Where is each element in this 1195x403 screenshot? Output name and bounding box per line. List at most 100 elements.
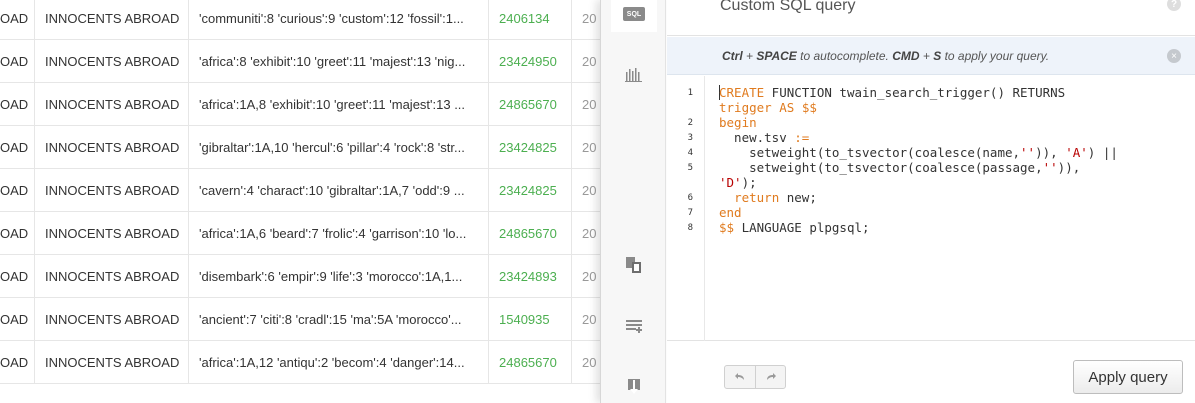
- table-row[interactable]: OAD INNOCENTS ABROAD'africa':1A,8 'exhibi…: [0, 83, 600, 126]
- cell-title[interactable]: INNOCENTS ABROAD: [35, 298, 189, 341]
- line-number: 7: [687, 208, 693, 218]
- cell-tsvector[interactable]: 'gibraltar':1A,10 'hercul':6 'pillar':4 …: [189, 126, 489, 169]
- apply-query-button[interactable]: Apply query: [1073, 360, 1183, 394]
- cell-partial-right[interactable]: 20: [572, 0, 600, 40]
- cell-title[interactable]: INNOCENTS ABROAD: [35, 169, 189, 212]
- cell-tsvector[interactable]: 'cavern':4 'charact':10 'gibraltar':1A,7…: [189, 169, 489, 212]
- cell-id[interactable]: 23424893: [489, 255, 572, 298]
- code-token: new.tsv: [719, 130, 795, 145]
- cell-id[interactable]: 2406134: [489, 0, 572, 40]
- cell-partial-right[interactable]: 20: [572, 169, 600, 212]
- table-row[interactable]: OAD INNOCENTS ABROAD'gibraltar':1A,10 'he…: [0, 126, 600, 169]
- export-tool-button[interactable]: [611, 369, 657, 403]
- sql-icon: SQL: [623, 7, 645, 21]
- undo-button[interactable]: [725, 366, 755, 388]
- code-token: new;: [779, 190, 817, 205]
- line-number: 1: [687, 88, 693, 98]
- cell-tsvector[interactable]: 'africa':8 'exhibit':10 'greet':11 'maje…: [189, 40, 489, 83]
- cell-partial-right[interactable]: 20: [572, 83, 600, 126]
- sql-editor[interactable]: 1 2 3 4 5 6 7 8 CREATE FUNCTION twain_se…: [667, 76, 1195, 341]
- cell-partial-right[interactable]: 20: [572, 126, 600, 169]
- hint-text-autocomplete: to autocomplete.: [796, 49, 893, 63]
- cell-partial-left[interactable]: OAD: [0, 341, 35, 384]
- code-token: AS: [779, 100, 795, 115]
- merge-icon: [626, 257, 641, 273]
- panel-header: Custom SQL query ?: [667, 0, 1195, 36]
- cell-partial-left[interactable]: OAD: [0, 255, 35, 298]
- cell-id[interactable]: 23424950: [489, 40, 572, 83]
- filter-tool-button[interactable]: [611, 308, 657, 344]
- cell-title[interactable]: INNOCENTS ABROAD: [35, 83, 189, 126]
- line-number: 6: [687, 193, 693, 203]
- cell-title[interactable]: INNOCENTS ABROAD: [35, 40, 189, 83]
- line-number: 2: [687, 118, 693, 128]
- sql-code[interactable]: CREATE FUNCTION twain_search_trigger() R…: [719, 85, 1118, 235]
- hint-text: Ctrl + SPACE to autocomplete. CMD + S to…: [722, 49, 1049, 63]
- filter-icon: [626, 320, 642, 333]
- cell-title[interactable]: INNOCENTS ABROAD: [35, 126, 189, 169]
- cell-partial-right[interactable]: 20: [572, 341, 600, 384]
- cell-id[interactable]: 24865670: [489, 341, 572, 384]
- cell-partial-right[interactable]: 20: [572, 298, 600, 341]
- cell-tsvector[interactable]: 'africa':1A,8 'exhibit':10 'greet':11 'm…: [189, 83, 489, 126]
- code-token: begin: [719, 115, 757, 130]
- cell-partial-left[interactable]: OAD: [0, 298, 35, 341]
- line-number: 4: [687, 148, 693, 158]
- table-row[interactable]: OAD INNOCENTS ABROAD'cavern':4 'charact':…: [0, 169, 600, 212]
- cell-id[interactable]: 1540935: [489, 298, 572, 341]
- code-token: FUNCTION twain_search_trigger() RETURNS: [764, 85, 1066, 100]
- undo-icon: [735, 373, 744, 380]
- hint-plus: +: [919, 49, 934, 63]
- sql-tool-button[interactable]: SQL: [611, 0, 657, 32]
- cell-tsvector[interactable]: 'disembark':6 'empir':9 'life':3 'morocc…: [189, 255, 489, 298]
- right-sidebar: SQL: [600, 0, 666, 403]
- table-row[interactable]: OAD INNOCENTS ABROAD'ancient':7 'citi':8 …: [0, 298, 600, 341]
- help-icon[interactable]: ?: [1167, 0, 1181, 11]
- cell-title[interactable]: INNOCENTS ABROAD: [35, 255, 189, 298]
- table-row[interactable]: OAD INNOCENTS ABROAD'africa':1A,12 'antiq…: [0, 341, 600, 384]
- table-row[interactable]: OAD INNOCENTS ABROAD'africa':1A,6 'beard'…: [0, 212, 600, 255]
- undo-redo-group: [724, 365, 786, 389]
- cell-id[interactable]: 24865670: [489, 212, 572, 255]
- cell-tsvector[interactable]: 'africa':1A,6 'beard':7 'frolic':4 'garr…: [189, 212, 489, 255]
- hint-key-space: SPACE: [756, 49, 797, 63]
- cell-partial-left[interactable]: OAD: [0, 40, 35, 83]
- code-token: )),: [1057, 160, 1081, 175]
- cell-title[interactable]: INNOCENTS ABROAD: [35, 212, 189, 255]
- cell-partial-right[interactable]: 20: [572, 255, 600, 298]
- cell-partial-left[interactable]: OAD: [0, 83, 35, 126]
- code-token: '': [1042, 160, 1058, 175]
- cell-title[interactable]: INNOCENTS ABROAD: [35, 0, 189, 40]
- cell-tsvector[interactable]: 'ancient':7 'citi':8 'cradl':15 'ma':5A …: [189, 298, 489, 341]
- merge-tool-button[interactable]: [611, 247, 657, 283]
- table-row[interactable]: OAD INNOCENTS ABROAD'africa':8 'exhibit':…: [0, 40, 600, 83]
- panel-footer: Apply query: [667, 342, 1195, 403]
- cell-title[interactable]: INNOCENTS ABROAD: [35, 341, 189, 384]
- cell-id[interactable]: 23424825: [489, 169, 572, 212]
- panel-title: Custom SQL query: [720, 0, 856, 14]
- close-hint-icon[interactable]: ×: [1167, 49, 1181, 63]
- line-number: 3: [687, 133, 693, 143]
- cell-partial-left[interactable]: OAD: [0, 126, 35, 169]
- cell-partial-right[interactable]: 20: [572, 212, 600, 255]
- code-token: LANGUAGE plpgsql;: [734, 220, 870, 235]
- table-row[interactable]: OAD INNOCENTS ABROAD'disembark':6 'empir'…: [0, 255, 600, 298]
- cell-partial-left[interactable]: OAD: [0, 0, 35, 40]
- redo-button[interactable]: [755, 366, 785, 388]
- cell-partial-left[interactable]: OAD: [0, 169, 35, 212]
- custom-sql-panel: Custom SQL query ? Ctrl + SPACE to autoc…: [667, 0, 1195, 403]
- code-token: ) ||: [1087, 145, 1118, 160]
- cell-partial-left[interactable]: OAD: [0, 212, 35, 255]
- cell-tsvector[interactable]: 'africa':1A,12 'antiqu':2 'becom':4 'dan…: [189, 341, 489, 384]
- cell-partial-right[interactable]: 20: [572, 40, 600, 83]
- cell-id[interactable]: 24865670: [489, 83, 572, 126]
- code-token: return: [734, 190, 780, 205]
- hint-key-cmd: CMD: [892, 49, 920, 63]
- cell-tsvector[interactable]: 'communiti':8 'curious':9 'custom':12 'f…: [189, 0, 489, 40]
- code-token: setweight(to_tsvector(coalesce(passage,: [719, 160, 1043, 175]
- cell-id[interactable]: 23424825: [489, 126, 572, 169]
- table-row[interactable]: OAD INNOCENTS ABROAD'communiti':8 'curiou…: [0, 0, 600, 40]
- chart-tool-button[interactable]: [611, 56, 657, 92]
